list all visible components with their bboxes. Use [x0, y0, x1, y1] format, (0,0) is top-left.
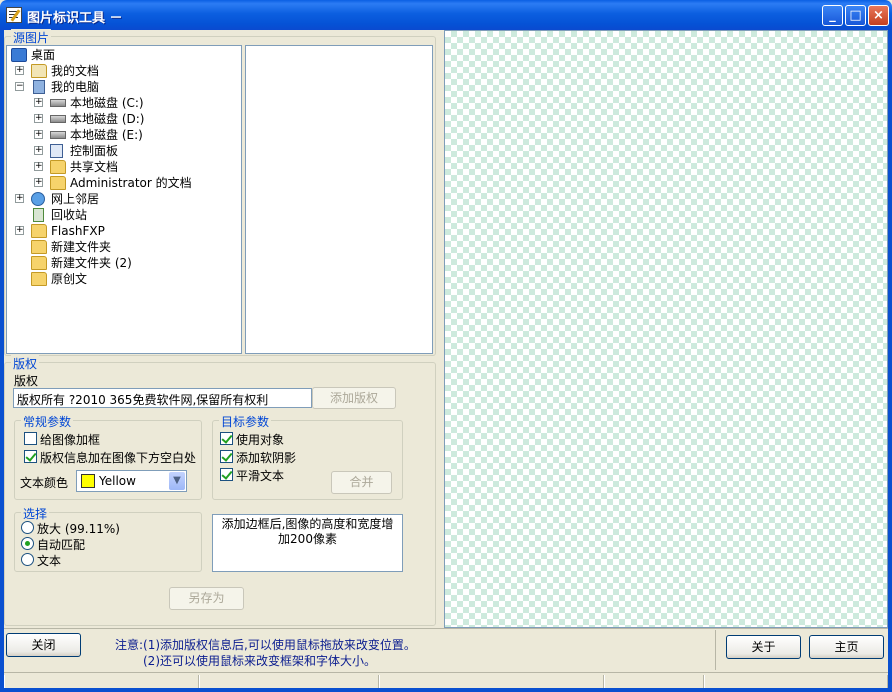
folder-icon: [50, 176, 66, 190]
tree-item-label: 共享文档: [70, 160, 119, 174]
tree-item-label: Administrator 的文档: [70, 176, 192, 190]
window-frame-right: [888, 30, 892, 692]
soft-shadow-checkbox[interactable]: [220, 450, 233, 463]
recycle-bin-icon: [33, 208, 44, 222]
footer-divider: [4, 628, 888, 629]
general-legend: 常规参数: [21, 413, 74, 430]
smooth-text-checkbox[interactable]: [220, 468, 233, 481]
color-swatch: [81, 474, 95, 488]
folder-icon: [50, 160, 66, 174]
network-icon: [31, 192, 45, 206]
drive-icon: [50, 99, 66, 107]
expand-plus-icon[interactable]: +: [34, 178, 43, 187]
copyright-input[interactable]: 版权所有 ?2010 365免费软件网,保留所有权利: [13, 388, 312, 408]
status-bar: [4, 672, 888, 688]
expand-plus-icon[interactable]: +: [34, 130, 43, 139]
close-button[interactable]: 关闭: [6, 633, 81, 657]
folder-icon: [31, 224, 47, 238]
app-notepad-icon: [6, 7, 22, 23]
about-button[interactable]: 关于: [726, 635, 801, 659]
my-documents-icon: [31, 64, 47, 78]
status-cell: [199, 675, 379, 688]
smooth-text-label: 平滑文本: [236, 469, 285, 483]
text-color-label: 文本颜色: [20, 476, 69, 490]
info-below-checkbox[interactable]: [24, 450, 37, 463]
folder-tree[interactable]: 桌面 + 我的文档 − 我的电脑 + 本地磁盘 (C:) + 本地磁盘 (D:)…: [6, 45, 242, 354]
tree-item-label: FlashFXP: [51, 224, 105, 238]
tree-item-label: 新建文件夹 (2): [51, 256, 132, 270]
use-object-label: 使用对象: [236, 433, 285, 447]
expand-plus-icon[interactable]: +: [15, 194, 24, 203]
home-button[interactable]: 主页: [809, 635, 884, 659]
drive-icon: [50, 131, 66, 139]
note-line-1: 注意:(1)添加版权信息后,可以使用鼠标拖放来改变位置。: [115, 638, 416, 652]
tree-item-label: 控制面板: [70, 144, 119, 158]
auto-fit-label: 自动匹配: [37, 538, 86, 552]
expand-plus-icon[interactable]: +: [34, 114, 43, 123]
auto-fit-radio[interactable]: [21, 537, 34, 550]
tree-item-label: 本地磁盘 (D:): [70, 112, 145, 126]
text-color-value: Yellow: [99, 474, 136, 488]
title-bar: 图片标识工具 － _ □ ×: [0, 0, 892, 30]
add-border-label: 给图像加框: [40, 433, 101, 447]
tree-item-label: 回收站: [51, 208, 88, 222]
text-label: 文本: [37, 554, 62, 568]
footer-separator: [715, 630, 716, 670]
tree-item-label: 网上邻居: [51, 192, 100, 206]
info-note-box: 添加边框后,图像的高度和宽度增加200像素: [212, 514, 403, 572]
tree-item-label: 本地磁盘 (E:): [70, 128, 143, 142]
tree-item-label: 桌面: [31, 48, 56, 62]
expand-plus-icon[interactable]: +: [15, 66, 24, 75]
expand-plus-icon[interactable]: +: [34, 146, 43, 155]
close-window-button[interactable]: ×: [868, 5, 889, 26]
info-below-label: 版权信息加在图像下方空白处: [40, 451, 197, 465]
collapse-minus-icon[interactable]: −: [15, 82, 24, 91]
folder-icon: [31, 240, 47, 254]
expand-plus-icon[interactable]: +: [15, 226, 24, 235]
tree-item-label: 我的电脑: [51, 80, 100, 94]
desktop-icon: [11, 48, 27, 62]
status-cell: [604, 675, 704, 688]
status-cell: [704, 675, 888, 688]
copyright-legend: 版权: [11, 355, 40, 372]
text-radio[interactable]: [21, 553, 34, 566]
merge-button[interactable]: 合并: [331, 471, 392, 494]
tree-item-label: 我的文档: [51, 64, 100, 78]
text-color-select[interactable]: Yellow ▼: [76, 470, 187, 492]
expand-plus-icon[interactable]: +: [34, 162, 43, 171]
soft-shadow-label: 添加软阴影: [236, 451, 297, 465]
my-computer-icon: [33, 80, 45, 94]
window-title: 图片标识工具 －: [27, 11, 123, 26]
file-list[interactable]: [245, 45, 433, 354]
tree-item-label: 原创文: [51, 272, 88, 286]
folder-icon: [31, 256, 47, 270]
control-panel-icon: [50, 144, 63, 158]
drive-icon: [50, 115, 66, 123]
zoom-radio[interactable]: [21, 521, 34, 534]
tree-item-label: 本地磁盘 (C:): [70, 96, 144, 110]
folder-icon: [31, 272, 47, 286]
chevron-down-icon[interactable]: ▼: [169, 472, 185, 490]
image-preview-canvas[interactable]: [444, 30, 888, 628]
use-object-checkbox[interactable]: [220, 432, 233, 445]
note-line-2: (2)还可以使用鼠标来改变框架和字体大小。: [143, 654, 376, 668]
window-frame-bottom: [0, 688, 892, 692]
copyright-label: 版权: [14, 374, 39, 388]
add-copyright-button[interactable]: 添加版权: [312, 387, 396, 409]
source-legend: 源图片: [11, 29, 52, 46]
tree-item-label: 新建文件夹: [51, 240, 112, 254]
zoom-label: 放大 (99.11%): [37, 522, 120, 536]
minimize-button[interactable]: _: [822, 5, 843, 26]
status-cell: [4, 675, 199, 688]
save-as-button[interactable]: 另存为: [169, 587, 244, 610]
status-cell: [379, 675, 604, 688]
add-border-checkbox[interactable]: [24, 432, 37, 445]
target-legend: 目标参数: [219, 413, 272, 430]
maximize-button[interactable]: □: [845, 5, 866, 26]
expand-plus-icon[interactable]: +: [34, 98, 43, 107]
